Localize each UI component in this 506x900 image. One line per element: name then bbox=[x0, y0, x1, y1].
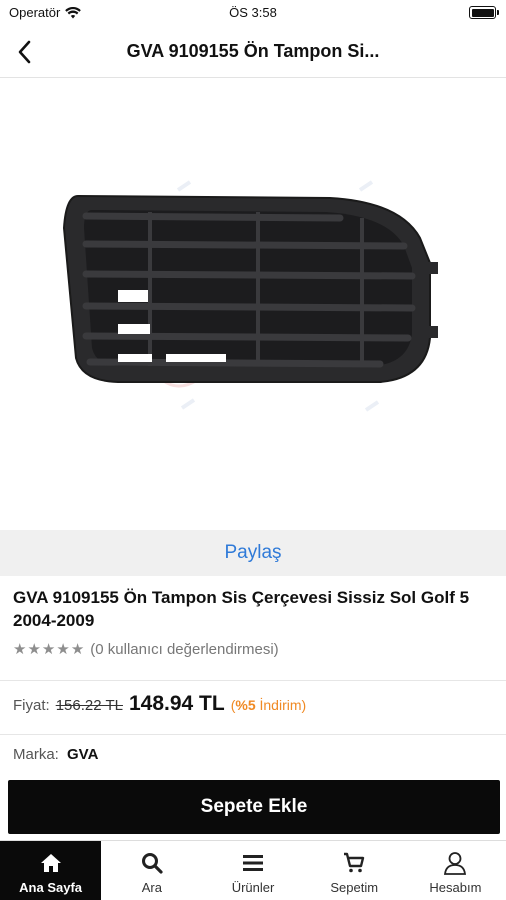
star-icon: ★ bbox=[41, 641, 56, 658]
tab-account[interactable]: Hesabım bbox=[405, 841, 506, 900]
tab-label: Ara bbox=[141, 880, 162, 895]
share-link[interactable]: Paylaş bbox=[224, 542, 281, 564]
tab-label: Ana Sayfa bbox=[19, 880, 83, 895]
add-to-cart-button[interactable]: Sepete Ekle bbox=[8, 780, 500, 834]
discount-value: %5 bbox=[235, 697, 256, 713]
battery-icon bbox=[469, 6, 499, 19]
user-icon bbox=[442, 850, 468, 876]
price-label: Fiyat: bbox=[13, 697, 50, 714]
search-icon bbox=[139, 850, 165, 876]
navigation-bar: GVA 9109155 Ön Tampon Si... bbox=[0, 26, 506, 78]
share-bar: Paylaş bbox=[0, 530, 506, 576]
discount-text: İndirim) bbox=[259, 697, 307, 713]
product-info: GVA 9109155 Ön Tampon Sis Çerçevesi Siss… bbox=[13, 586, 494, 658]
brand-value[interactable]: GVA bbox=[67, 746, 98, 763]
chevron-left-icon bbox=[18, 40, 31, 64]
cart-icon bbox=[341, 850, 367, 876]
menu-icon bbox=[240, 850, 266, 876]
rating-row: ★ ★ ★ ★ ★ (0 kullanıcı değerlendirmesi) bbox=[13, 641, 494, 658]
price-row: Fiyat: 156.22 TL 148.94 TL (%5 İndirim) bbox=[13, 692, 306, 716]
discount-badge: (%5 İndirim) bbox=[231, 697, 306, 713]
star-icon: ★ bbox=[13, 641, 27, 658]
tab-label: Sepetim bbox=[330, 880, 379, 895]
product-title: GVA 9109155 Ön Tampon Sis Çerçevesi Siss… bbox=[13, 588, 470, 630]
home-icon bbox=[38, 850, 64, 876]
tab-search[interactable]: Ara bbox=[101, 841, 202, 900]
rating-stars: ★ ★ ★ ★ ★ bbox=[13, 642, 84, 657]
tab-label: Hesabım bbox=[429, 880, 482, 895]
star-icon: ★ bbox=[27, 641, 41, 658]
rating-count: (0 kullanıcı değerlendirmesi) bbox=[90, 641, 279, 658]
status-time: ÖS 3:58 bbox=[229, 5, 277, 20]
tab-products[interactable]: Ürünler bbox=[202, 841, 303, 900]
old-price: 156.22 TL bbox=[55, 697, 123, 714]
product-image[interactable] bbox=[0, 78, 506, 530]
brand-row: Marka: GVA bbox=[13, 746, 98, 763]
back-button[interactable] bbox=[4, 32, 44, 72]
divider bbox=[0, 680, 506, 681]
tab-cart[interactable]: Sepetim bbox=[304, 841, 405, 900]
star-icon: ★ bbox=[70, 641, 85, 658]
tab-home[interactable]: Ana Sayfa bbox=[0, 841, 102, 900]
brand-label: Marka: bbox=[13, 746, 59, 763]
fog-light-grille-image bbox=[62, 180, 438, 412]
star-icon: ★ bbox=[56, 641, 70, 658]
tab-label: Ürünler bbox=[231, 880, 275, 895]
page-title: GVA 9109155 Ön Tampon Si... bbox=[126, 41, 380, 61]
current-price: 148.94 TL bbox=[128, 692, 225, 715]
status-bar: Operatör ÖS 3:58 bbox=[0, 0, 506, 26]
divider bbox=[0, 734, 506, 735]
tab-bar: Ana Sayfa Ara Ürünler Sepetim Hesabım bbox=[0, 840, 506, 900]
